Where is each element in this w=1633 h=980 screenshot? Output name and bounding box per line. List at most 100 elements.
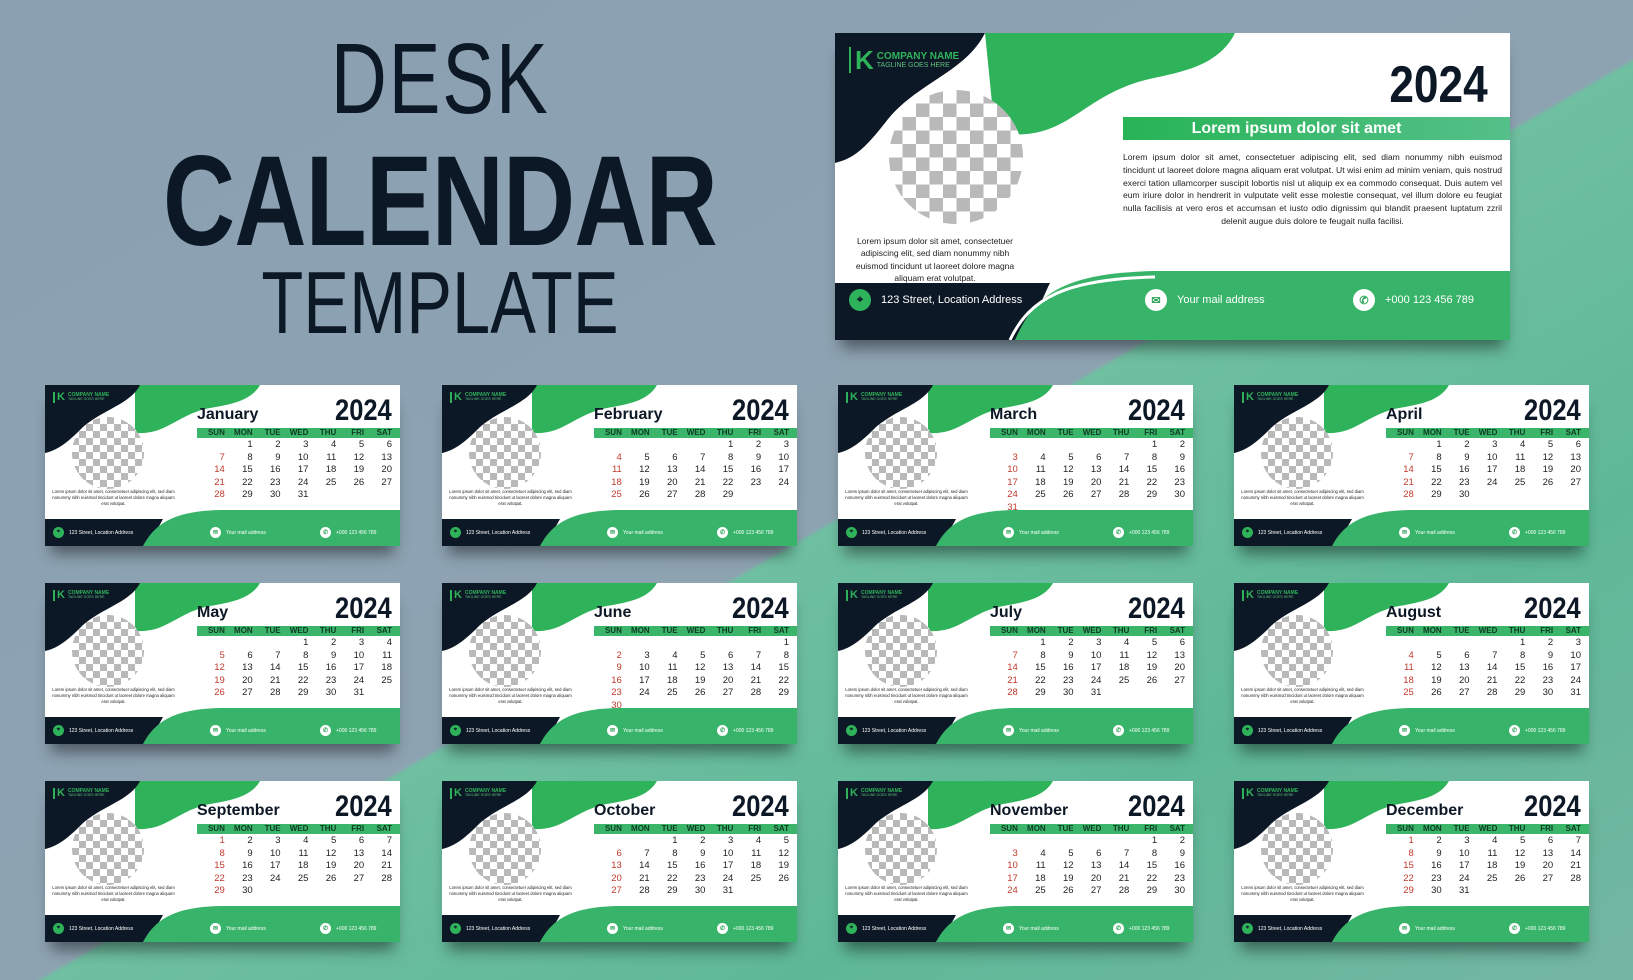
day-cell: 7	[386, 835, 392, 846]
company-tagline: TAGLINE GOES HERE	[860, 595, 898, 600]
weekday-tue: TUE	[1057, 428, 1074, 437]
day-cell: 2	[1179, 835, 1185, 846]
weekday-tue: TUE	[661, 626, 678, 635]
day-cell: 26	[1542, 476, 1554, 488]
day-cell: 8	[303, 649, 309, 661]
day-cell: 2	[1436, 835, 1442, 846]
cover-card: K COMPANY NAME TAGLINE GOES HERE Lorem ip…	[835, 33, 1510, 340]
day-cell: 18	[1486, 860, 1498, 872]
day-cell: 7	[1492, 649, 1498, 661]
footer-phone: ✆ +000 123 456 789	[320, 923, 376, 934]
day-cell: 28	[639, 885, 650, 897]
location-pin-icon: ⌖	[450, 527, 461, 538]
day-cell: 16	[694, 860, 706, 872]
day-cell: 8	[672, 847, 678, 859]
weekday-header: SUN MON TUE WED THU FRI SAT	[1386, 626, 1589, 636]
weekday-wed: WED	[1478, 626, 1498, 635]
day-cell: 23	[325, 674, 337, 686]
company-tagline: TAGLINE GOES HERE	[464, 595, 502, 600]
day-cell: 15	[1035, 662, 1046, 674]
month-card-october: K COMPANY NAME TAGLINE GOES HERE Lorem ip…	[442, 781, 797, 942]
day-cell: 8	[219, 847, 225, 859]
day-cell: 14	[694, 464, 706, 476]
company-tagline: TAGLINE GOES HERE	[860, 397, 898, 402]
address-text: 123 Street, Location Address	[69, 727, 134, 734]
day-cell: 26	[694, 687, 706, 699]
day-cell: 1	[783, 637, 789, 648]
location-pin-icon: ⌖	[53, 527, 64, 538]
footer-email: ✉ Your mail address	[1399, 527, 1455, 538]
logo-mark: K	[450, 392, 462, 403]
day-cell: 20	[1458, 674, 1470, 686]
heading-desk: DESK	[330, 23, 550, 135]
month-name: September	[197, 802, 280, 819]
day-cell: 24	[1007, 489, 1018, 501]
weekday-tue: TUE	[661, 824, 678, 833]
day-cell: 22	[722, 476, 734, 488]
day-cell: 23	[269, 476, 281, 488]
day-cell: 12	[694, 662, 706, 674]
day-cell: 2	[755, 439, 762, 450]
empty-cell	[1074, 439, 1102, 452]
weekday-header: SUN MON TUE WED THU FRI SAT	[990, 428, 1193, 438]
day-cell: 1	[1040, 637, 1046, 648]
card-side-text: Lorem ipsum dolor sit amet, consectetuer…	[1241, 687, 1364, 705]
day-cell: 20	[1090, 476, 1102, 488]
address-text: 123 Street, Location Address	[466, 925, 531, 932]
address-text: 123 Street, Location Address	[1258, 925, 1323, 932]
day-cell: 21	[381, 860, 392, 872]
weekday-header: SUN MON TUE WED THU FRI SAT	[990, 824, 1193, 834]
day-cell: 17	[1007, 476, 1018, 488]
day-cell: 3	[1096, 637, 1102, 648]
day-cell: 31	[297, 489, 309, 501]
month-name: August	[1386, 604, 1442, 621]
day-cell: 25	[297, 872, 309, 884]
day-cell: 19	[1062, 476, 1074, 488]
weekday-thu: THU	[1508, 428, 1526, 437]
address-text: 123 Street, Location Address	[466, 529, 531, 536]
empty-cell	[1101, 439, 1129, 452]
day-cell: 6	[616, 847, 622, 859]
logo-mark: K	[1242, 788, 1254, 799]
day-grid: 1 2 3 4 5 6 7 8 9 10 11 12 13 14 15 16 17 18 19 20 21 22 23 24 2…	[594, 637, 797, 713]
photo-placeholder	[865, 813, 937, 885]
day-cell: 8	[1151, 847, 1158, 859]
location-pin-icon: ⌖	[846, 527, 857, 538]
day-grid: 1 2 3 4 5 6 7 8 9 10 11 12 13 14 15 16 17 18 19 20 21 22 23 24 2…	[1386, 835, 1589, 898]
day-grid: 1 2 3 4 5 6 7 8 9 10 11 12 13 14 15 16 17 18 19 20 21 22 23 24 2…	[594, 835, 797, 898]
day-cell: 29	[1403, 885, 1414, 897]
day-cell: 21	[1403, 476, 1414, 488]
weekday-sat: SAT	[773, 428, 789, 437]
phone-text: +000 123 456 789	[336, 727, 377, 734]
day-cell: 18	[381, 662, 392, 674]
day-cell: 5	[1151, 637, 1158, 648]
company-logo: K COMPANY NAME TAGLINE GOES HERE	[450, 392, 506, 403]
day-cell: 24	[297, 476, 309, 488]
day-cell: 2	[1547, 637, 1554, 648]
mail-icon: ✉	[1003, 725, 1014, 736]
weekday-sun: SUN	[207, 626, 225, 635]
day-cell: 19	[694, 674, 706, 686]
day-cell: 5	[1519, 835, 1526, 846]
empty-cell	[990, 835, 1018, 848]
day-cell: 23	[1062, 674, 1074, 686]
month-year: 2024	[335, 592, 392, 625]
day-cell: 5	[1068, 451, 1074, 463]
weekday-fri: FRI	[1144, 824, 1158, 833]
day-cell: 29	[1035, 687, 1046, 699]
day-cell: 28	[750, 687, 762, 699]
weekday-sun: SUN	[1396, 824, 1414, 833]
day-cell: 20	[666, 476, 678, 488]
day-grid: 1 2 3 4 5 6 7 8 9 10 11 12 13 14 15 16 17 18 19 20 21 22 23 24 2…	[1386, 439, 1589, 502]
day-cell: 21	[1007, 674, 1018, 686]
weekday-sun: SUN	[1000, 824, 1018, 833]
day-cell: 7	[1012, 649, 1018, 661]
footer-address: ⌖ 123 Street, Location Address	[450, 923, 530, 934]
day-cell: 28	[269, 687, 281, 699]
email-text: Your mail address	[226, 529, 266, 536]
day-cell: 12	[639, 464, 650, 476]
empty-cell	[705, 637, 733, 650]
day-cell: 8	[1040, 649, 1046, 661]
card-side-text: Lorem ipsum dolor sit amet, consectetuer…	[1241, 885, 1364, 903]
heading-template: TEMPLATE	[261, 253, 619, 352]
